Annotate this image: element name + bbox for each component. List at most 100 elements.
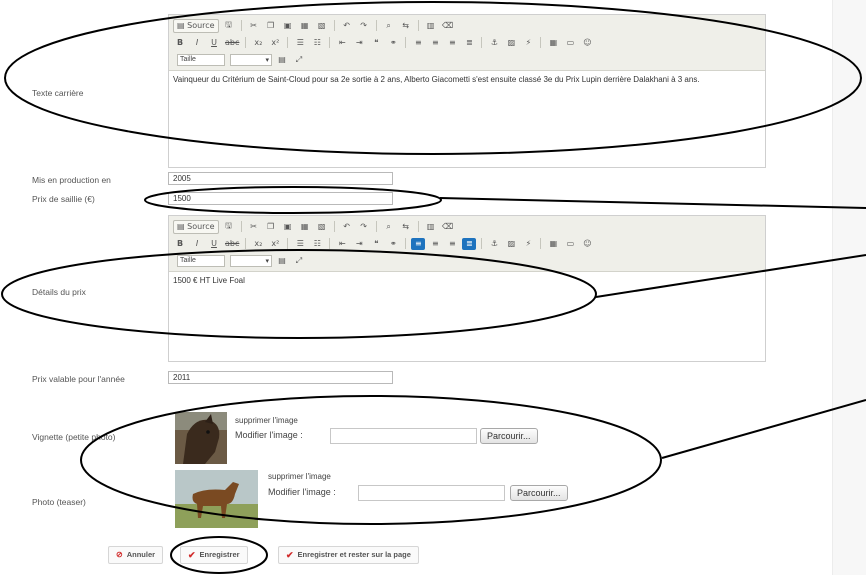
- photo-delete-link[interactable]: supprimer l'image: [268, 472, 331, 481]
- image-icon[interactable]: ▨: [504, 238, 518, 250]
- details-prix-content[interactable]: 1500 € HT Live Foal: [169, 272, 765, 290]
- mis-en-production-input[interactable]: 2005: [168, 172, 393, 185]
- find-icon[interactable]: ⌕: [382, 20, 396, 32]
- select-all-icon[interactable]: ▥: [424, 20, 438, 32]
- align-center-icon[interactable]: ≡: [428, 37, 442, 49]
- outdent-icon[interactable]: ⇤: [335, 238, 349, 250]
- paste-icon[interactable]: ▣: [281, 221, 295, 233]
- italic-icon[interactable]: I: [190, 37, 204, 49]
- hr-icon[interactable]: ▭: [563, 37, 577, 49]
- paste-word-icon[interactable]: ▧: [315, 221, 329, 233]
- table-icon[interactable]: ▦: [546, 238, 560, 250]
- size-dropdown[interactable]: ▾: [230, 53, 272, 66]
- maximize-icon[interactable]: ⤢: [292, 54, 306, 66]
- replace-icon[interactable]: ⇆: [399, 221, 413, 233]
- indent-icon[interactable]: ⇥: [352, 37, 366, 49]
- smiley-icon[interactable]: ☺: [580, 37, 594, 49]
- copy-icon[interactable]: ❐: [264, 20, 278, 32]
- remove-format-icon[interactable]: ⌫: [441, 20, 455, 32]
- bullet-list-icon[interactable]: ☷: [310, 37, 324, 49]
- align-right-icon[interactable]: ≡: [445, 37, 459, 49]
- italic-icon[interactable]: I: [190, 238, 204, 250]
- save-icon[interactable]: 🖫: [222, 221, 236, 233]
- link-icon[interactable]: ⚭: [386, 238, 400, 250]
- size-select[interactable]: Taille: [177, 53, 225, 66]
- redo-icon[interactable]: ↷: [357, 221, 371, 233]
- toolbar-separator: [245, 37, 247, 48]
- strike-icon[interactable]: abc: [224, 37, 240, 49]
- vignette-browse-button[interactable]: Parcourir...: [480, 428, 538, 444]
- undo-icon[interactable]: ↶: [340, 20, 354, 32]
- redo-icon[interactable]: ↷: [357, 20, 371, 32]
- link-icon[interactable]: ⚭: [386, 37, 400, 49]
- details-prix-editor[interactable]: ▤ Source 🖫 ✂ ❐ ▣ ▦ ▧ ↶ ↷ ⌕ ⇆ ▥ ⌫ B I U a…: [168, 215, 766, 362]
- photo-file-input[interactable]: [358, 485, 505, 501]
- save-icon[interactable]: 🖫: [222, 20, 236, 32]
- align-center-icon[interactable]: ≡: [428, 238, 442, 250]
- vignette-file-input[interactable]: [330, 428, 477, 444]
- vignette-thumbnail: [175, 412, 227, 464]
- smiley-icon[interactable]: ☺: [580, 238, 594, 250]
- undo-icon[interactable]: ↶: [340, 221, 354, 233]
- numbered-list-icon[interactable]: ☰: [293, 37, 307, 49]
- underline-icon[interactable]: U: [207, 238, 221, 250]
- texte-carriere-content[interactable]: Vainqueur du Critérium de Saint-Cloud po…: [169, 71, 765, 89]
- cut-icon[interactable]: ✂: [247, 221, 261, 233]
- size-dropdown[interactable]: ▾: [230, 254, 272, 267]
- anchor-icon[interactable]: ⚓: [487, 238, 501, 250]
- anchor-icon[interactable]: ⚓: [487, 37, 501, 49]
- cut-icon[interactable]: ✂: [247, 20, 261, 32]
- justify-icon[interactable]: ≣: [462, 37, 476, 49]
- strike-icon[interactable]: abc: [224, 238, 240, 250]
- vignette-delete-link[interactable]: supprimer l'image: [235, 416, 298, 425]
- subscript-icon[interactable]: x₂: [251, 238, 265, 250]
- numbered-list-icon[interactable]: ☰: [293, 238, 307, 250]
- image-icon[interactable]: ▨: [504, 37, 518, 49]
- superscript-icon[interactable]: x²: [268, 238, 282, 250]
- justify-icon[interactable]: ≣: [462, 237, 477, 250]
- flash-icon[interactable]: ⚡: [521, 238, 535, 250]
- prix-saillie-input[interactable]: 1500: [168, 192, 393, 205]
- align-left-icon[interactable]: ≡: [411, 237, 426, 250]
- text-color-icon[interactable]: ▤: [275, 255, 289, 267]
- underline-icon[interactable]: U: [207, 37, 221, 49]
- bold-icon[interactable]: B: [173, 238, 187, 250]
- size-select[interactable]: Taille: [177, 254, 225, 267]
- prix-valable-input[interactable]: 2011: [168, 371, 393, 384]
- outdent-icon[interactable]: ⇤: [335, 37, 349, 49]
- source-button[interactable]: ▤ Source: [173, 18, 219, 33]
- cancel-button[interactable]: ⊘ Annuler: [108, 546, 164, 564]
- blockquote-icon[interactable]: ❝: [369, 238, 383, 250]
- subscript-icon[interactable]: x₂: [251, 37, 265, 49]
- indent-icon[interactable]: ⇥: [352, 238, 366, 250]
- hr-icon[interactable]: ▭: [563, 238, 577, 250]
- blockquote-icon[interactable]: ❝: [369, 37, 383, 49]
- bullet-list-icon[interactable]: ☷: [310, 238, 324, 250]
- bold-icon[interactable]: B: [173, 37, 187, 49]
- photo-browse-button[interactable]: Parcourir...: [510, 485, 568, 501]
- source-button[interactable]: ▤ Source: [173, 219, 219, 234]
- align-right-icon[interactable]: ≡: [445, 238, 459, 250]
- text-color-icon[interactable]: ▤: [275, 54, 289, 66]
- details-prix-label: Détails du prix: [32, 287, 86, 297]
- toolbar-separator: [375, 221, 377, 232]
- paste-text-icon[interactable]: ▦: [298, 221, 312, 233]
- table-icon[interactable]: ▦: [546, 37, 560, 49]
- save-and-stay-button[interactable]: ✔ Enregistrer et rester sur la page: [278, 546, 419, 564]
- paste-text-icon[interactable]: ▦: [298, 20, 312, 32]
- copy-icon[interactable]: ❐: [264, 221, 278, 233]
- toolbar-separator: [329, 238, 331, 249]
- replace-icon[interactable]: ⇆: [399, 20, 413, 32]
- superscript-icon[interactable]: x²: [268, 37, 282, 49]
- align-left-icon[interactable]: ≡: [411, 37, 425, 49]
- select-all-icon[interactable]: ▥: [424, 221, 438, 233]
- find-icon[interactable]: ⌕: [382, 221, 396, 233]
- flash-icon[interactable]: ⚡: [521, 37, 535, 49]
- texte-carriere-editor[interactable]: ▤ Source 🖫 ✂ ❐ ▣ ▦ ▧ ↶ ↷ ⌕ ⇆ ▥ ⌫ B I U a…: [168, 14, 766, 168]
- remove-format-icon[interactable]: ⌫: [441, 221, 455, 233]
- maximize-icon[interactable]: ⤢: [292, 255, 306, 267]
- save-button[interactable]: ✔ Enregistrer: [180, 546, 248, 564]
- paste-word-icon[interactable]: ▧: [315, 20, 329, 32]
- paste-icon[interactable]: ▣: [281, 20, 295, 32]
- toolbar-separator: [329, 37, 331, 48]
